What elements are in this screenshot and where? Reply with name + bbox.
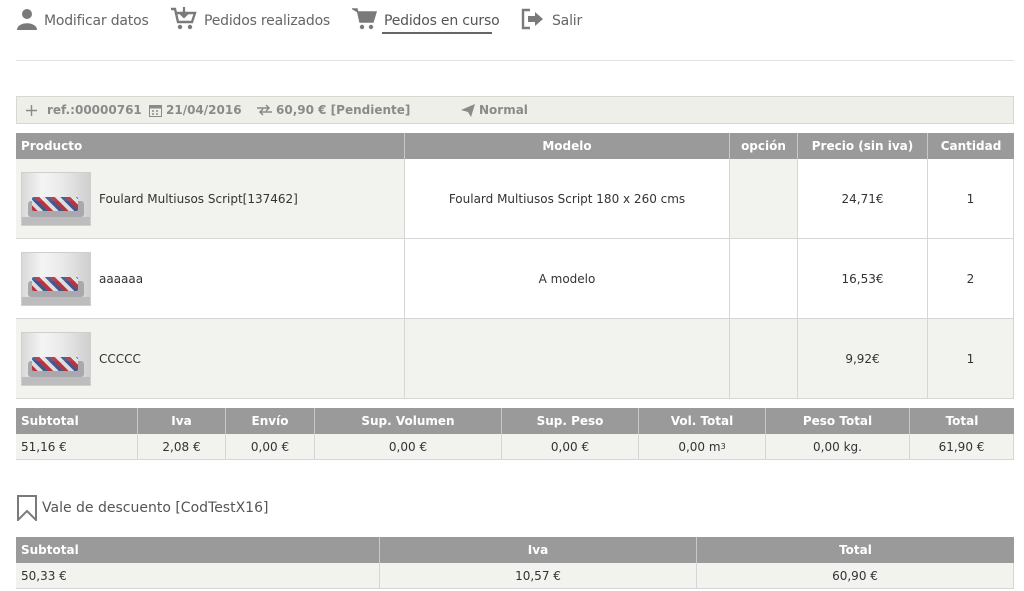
- discount-total: 60,90 €: [697, 563, 1014, 589]
- product-price: 16,53€: [798, 239, 928, 319]
- discount-iva: 10,57 €: [380, 563, 697, 589]
- col-header-precio: Precio (sin iva): [798, 133, 928, 159]
- divider: [16, 60, 1014, 61]
- col-header-envio: Envío: [226, 408, 315, 434]
- order-amount: 60,90 € [Pendiente]: [257, 103, 410, 117]
- discount-voucher: Vale de descuento [CodTestX16]: [16, 494, 268, 522]
- totals-envio: 0,00 €: [226, 434, 315, 460]
- col-header-sup-peso: Sup. Peso: [502, 408, 639, 434]
- product-name: aaaaaa: [99, 271, 144, 286]
- col-header-subtotal: Subtotal: [16, 408, 138, 434]
- table-row-product-cell[interactable]: Foulard Multiusos Script[137462]: [16, 159, 405, 239]
- product-name: CCCCC: [99, 351, 141, 366]
- totals-vol-total: 0,00 m: [678, 439, 721, 454]
- discount-subtotal: 50,33 €: [16, 563, 380, 589]
- plus-icon: [26, 104, 37, 116]
- order-ref-text: ref.:00000761: [47, 103, 142, 117]
- nav-modificar-datos[interactable]: Modificar datos: [16, 6, 149, 36]
- discount-totals-table: Subtotal Iva Total 50,33 € 10,57 € 60,90…: [16, 537, 1014, 589]
- product-model: [405, 319, 730, 399]
- user-icon: [16, 8, 38, 34]
- col-header-modelo: Modelo: [405, 133, 730, 159]
- col-header-sup-volumen: Sup. Volumen: [315, 408, 502, 434]
- nav-label: Pedidos en curso: [384, 13, 500, 29]
- col-header-iva: Iva: [138, 408, 226, 434]
- cart-icon: [350, 7, 378, 35]
- nav-salir[interactable]: Salir: [520, 6, 582, 36]
- nav-label: Pedidos realizados: [204, 13, 331, 29]
- totals-subtotal: 51,16 €: [16, 434, 138, 460]
- col-header-opcion: opción: [730, 133, 798, 159]
- product-model: Foulard Multiusos Script 180 x 260 cms: [405, 159, 730, 239]
- totals-vol-total-cell: 0,00 m3: [639, 434, 766, 460]
- col-header-cantidad: Cantidad: [928, 133, 1014, 159]
- logout-icon: [520, 8, 546, 34]
- product-option: [730, 159, 798, 239]
- col-header-iva: Iva: [380, 537, 697, 563]
- product-qty: 1: [928, 159, 1014, 239]
- bookmark-icon: [17, 495, 37, 521]
- product-model: A modelo: [405, 239, 730, 319]
- totals-table: Subtotal Iva Envío Sup. Volumen Sup. Pes…: [16, 408, 1014, 460]
- order-shipping: Normal: [461, 103, 528, 117]
- product-name: Foulard Multiusos Script[137462]: [99, 191, 298, 206]
- nav-label: Modificar datos: [44, 13, 149, 29]
- table-row-product-cell[interactable]: CCCCC: [16, 319, 405, 399]
- product-thumbnail[interactable]: [21, 331, 91, 386]
- exchange-icon: [257, 104, 272, 116]
- nav-label: Salir: [552, 13, 583, 29]
- product-qty: 1: [928, 319, 1014, 399]
- product-thumbnail[interactable]: [21, 171, 91, 226]
- totals-total: 61,90 €: [910, 434, 1014, 460]
- order-summary-bar[interactable]: ref.:00000761 21/04/2016 60,90 € [Pendie…: [16, 96, 1014, 124]
- col-header-vol-total: Vol. Total: [639, 408, 766, 434]
- order-amount-text: 60,90 € [Pendiente]: [276, 103, 411, 117]
- product-qty: 2: [928, 239, 1014, 319]
- col-header-subtotal: Subtotal: [16, 537, 380, 563]
- col-header-producto: Producto: [16, 133, 405, 159]
- order-date-text: 21/04/2016: [166, 103, 242, 117]
- col-header-peso-total: Peso Total: [766, 408, 910, 434]
- cart-download-icon: [170, 7, 198, 35]
- col-header-total: Total: [697, 537, 1014, 563]
- voucher-label: Vale de descuento [CodTestX16]: [42, 500, 269, 516]
- totals-peso-total: 0,00 kg.: [766, 434, 910, 460]
- calendar-icon: [149, 104, 162, 117]
- table-row-product-cell[interactable]: aaaaaa: [16, 239, 405, 319]
- product-thumbnail[interactable]: [21, 251, 91, 306]
- product-price: 9,92€: [798, 319, 928, 399]
- nav-pedidos-realizados[interactable]: Pedidos realizados: [170, 6, 330, 36]
- totals-iva: 2,08 €: [138, 434, 226, 460]
- products-table: Producto Modelo opción Precio (sin iva) …: [16, 133, 1014, 399]
- col-header-total: Total: [910, 408, 1014, 434]
- totals-sup-volumen: 0,00 €: [315, 434, 502, 460]
- active-tab-underline: [382, 32, 492, 34]
- product-option: [730, 239, 798, 319]
- send-icon: [461, 103, 475, 117]
- product-price: 24,71€: [798, 159, 928, 239]
- order-date: 21/04/2016: [149, 103, 242, 117]
- volume-unit-exponent: 3: [720, 442, 726, 451]
- order-ref: ref.:00000761: [26, 103, 142, 117]
- product-option: [730, 319, 798, 399]
- order-shipping-text: Normal: [479, 103, 528, 117]
- totals-sup-peso: 0,00 €: [502, 434, 639, 460]
